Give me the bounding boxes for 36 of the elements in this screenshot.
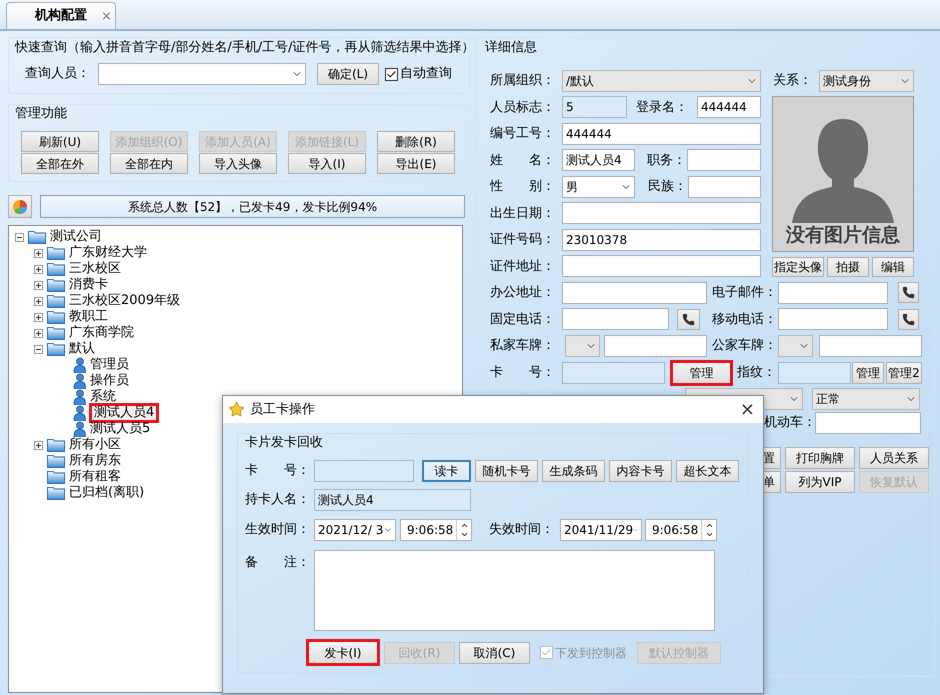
field-label: 固定电话： (490, 310, 556, 328)
field-label: 编号工号： (490, 125, 556, 143)
checkbox-label: 自动查询 (400, 65, 452, 84)
field-label: 出生日期： (490, 204, 556, 222)
field-label: 民族： (648, 178, 688, 196)
section-title: 快速查询（输入拼音首字母/部分姓名/手机/工号/证件号，再从筛选结果中选择） (14, 39, 469, 58)
dialog-title: 员工卡操作 (250, 400, 315, 419)
field-label: 卡 号： (490, 364, 556, 382)
group-title: 卡片发卡回收 (245, 434, 324, 452)
field-label: 移动电话： (712, 310, 778, 328)
field-label: 办公地址： (490, 284, 556, 302)
field-label: 职务： (647, 152, 687, 170)
section-title: 管理功能 (14, 105, 68, 123)
summary-bar: 系统总人数【52】，已发卡49，发卡比例94% (40, 195, 465, 218)
field-label: 生效时间： (245, 521, 311, 540)
field-label: 证件号码： (490, 231, 556, 249)
field-label: 公家车牌： (712, 337, 778, 355)
field-label: 关系： (773, 72, 813, 90)
field-label: 查询人员： (25, 65, 91, 84)
field-label: 电子邮件： (712, 284, 778, 302)
photo-caption: 没有图片信息 (786, 223, 900, 247)
field-label: 私家车牌： (490, 337, 556, 355)
field-label: 备 注： (245, 554, 311, 572)
field-label: 持卡人名： (245, 491, 311, 510)
field-label: 卡 号： (245, 462, 311, 480)
field-label: 失效时间： (489, 521, 555, 540)
field-label: 人员标志： (490, 98, 556, 116)
section-title: 详细信息 (484, 39, 538, 58)
field-label: 登录名： (636, 98, 689, 116)
field-label: 性 别： (490, 178, 556, 196)
field-label: 机动车： (764, 414, 815, 432)
checkbox-label: 下发到控制器 (555, 644, 627, 662)
field-label: 所属组织： (490, 72, 556, 90)
field-label: 姓 名： (490, 152, 556, 170)
field-label: 证件地址： (490, 258, 556, 276)
field-label: 指纹： (737, 364, 777, 382)
